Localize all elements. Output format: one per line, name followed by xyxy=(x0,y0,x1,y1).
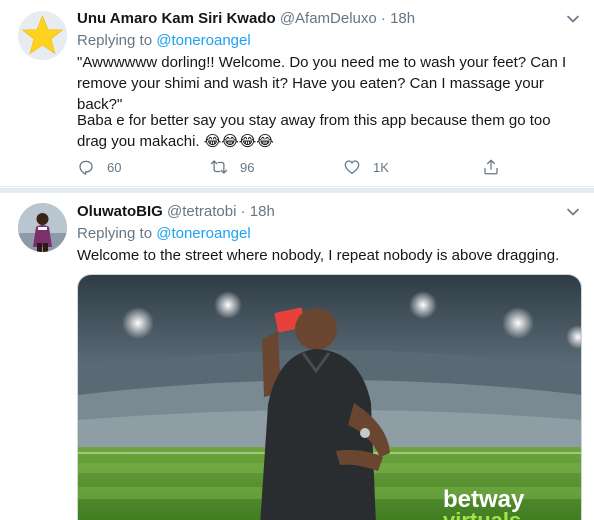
tweet-header: OluwatoBIG @tetratobi · 18h xyxy=(77,202,275,222)
tweet-2[interactable]: OluwatoBIG @tetratobi · 18h Replying to … xyxy=(0,188,594,520)
tweet-header: Unu Amaro Kam Siri Kwado @AfamDeluxo · 1… xyxy=(77,9,415,29)
author-handle[interactable]: @tetratobi xyxy=(167,203,236,220)
mention-link[interactable]: @toneroangel xyxy=(156,32,250,49)
separator-dot: · xyxy=(240,203,246,220)
retweet-button[interactable]: 96 xyxy=(210,155,254,179)
media-watermark-2: virtuals xyxy=(443,508,521,520)
reply-count: 60 xyxy=(107,159,122,175)
retweet-count: 96 xyxy=(240,159,255,175)
replying-prefix: Replying to xyxy=(77,225,153,242)
tweet-text-paragraph-2: Baba e for better say you stay away from… xyxy=(77,112,551,150)
chevron-down-icon[interactable] xyxy=(566,205,580,219)
replying-prefix: Replying to xyxy=(77,32,153,49)
heart-icon xyxy=(344,160,360,175)
reply-icon xyxy=(79,160,93,175)
reply-button[interactable]: 60 xyxy=(77,155,121,179)
star-icon xyxy=(18,11,67,60)
replying-to: Replying to @toneroangel xyxy=(77,224,251,244)
retweet-icon xyxy=(210,160,228,174)
timestamp[interactable]: 18h xyxy=(390,10,415,27)
stadium-video-thumbnail: betway virtuals xyxy=(78,275,581,520)
author-handle[interactable]: @AfamDeluxo xyxy=(280,10,377,27)
avatar[interactable] xyxy=(18,203,67,252)
replying-to: Replying to @toneroangel xyxy=(77,31,251,51)
chevron-down-icon[interactable] xyxy=(566,12,580,26)
tweet-text: "Awwwwww dorling!! Welcome. Do you need … xyxy=(77,54,567,113)
tweet-text: Welcome to the street where nobody, I re… xyxy=(77,247,560,264)
like-button[interactable]: 1K xyxy=(343,155,389,179)
tweet-actions: 60 96 1K xyxy=(77,155,517,179)
avatar[interactable] xyxy=(18,11,67,60)
mention-link[interactable]: @toneroangel xyxy=(156,225,250,242)
tweet-media[interactable]: betway virtuals xyxy=(77,274,582,520)
author-name[interactable]: Unu Amaro Kam Siri Kwado xyxy=(77,10,276,27)
separator-dot: · xyxy=(380,10,386,27)
tweet-1[interactable]: Unu Amaro Kam Siri Kwado @AfamDeluxo · 1… xyxy=(0,0,594,187)
timestamp[interactable]: 18h xyxy=(250,203,275,220)
profile-photo-icon xyxy=(18,203,67,252)
author-name[interactable]: OluwatoBIG xyxy=(77,203,163,220)
like-count: 1K xyxy=(373,159,389,175)
share-icon xyxy=(484,159,498,175)
share-button[interactable] xyxy=(482,155,500,179)
